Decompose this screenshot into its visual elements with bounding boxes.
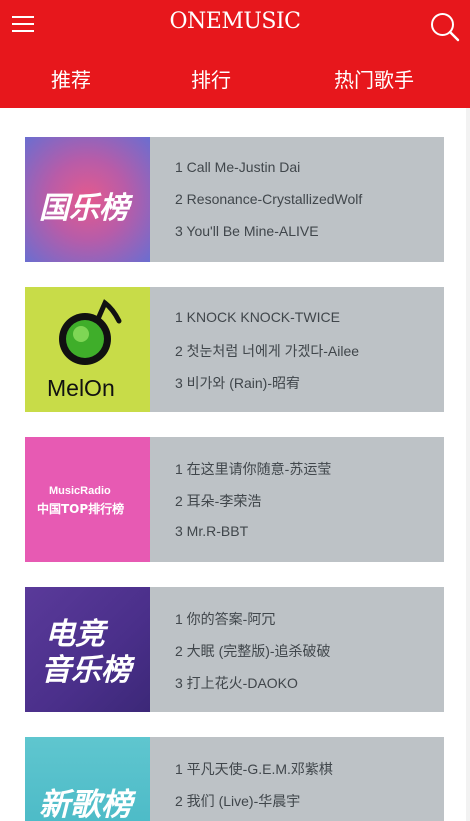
track-item[interactable]: 1 你的答案-阿冗 — [175, 609, 275, 629]
track-item[interactable]: 2 我们 (Live)-华晨宇 — [175, 791, 300, 811]
track-item[interactable]: 3 Mr.R-BBT — [175, 523, 248, 539]
melon-logo-icon — [59, 299, 122, 365]
track-item[interactable]: 2 첫눈처럼 너에게 가겠다-Ailee — [175, 341, 359, 361]
track-item[interactable]: 3 You'll Be Mine-ALIVE — [175, 223, 319, 239]
chart-list: 国乐榜 1 Call Me-Justin Dai 2 Resonance-Cry… — [0, 108, 470, 821]
track-item[interactable]: 1 平凡天使-G.E.M.邓紫棋 — [175, 759, 333, 779]
chart-cover-label-line2: 音乐榜 — [41, 653, 131, 688]
chart-card-new-songs[interactable]: 新歌榜 1 平凡天使-G.E.M.邓紫棋 2 我们 (Live)-华晨宇 — [25, 737, 444, 821]
app-title: ONEMUSIC — [169, 9, 301, 34]
search-icon[interactable] — [429, 11, 461, 43]
track-item[interactable]: 2 耳朵-李荣浩 — [175, 491, 261, 511]
chart-cover-image: MusicRadio 中国TOP排行榜 — [25, 437, 150, 562]
chart-cover-image: 电竞 音乐榜 — [25, 587, 150, 712]
track-item[interactable]: 3 打上花火-DAOKO — [175, 673, 298, 693]
chart-cover-image: MelOn — [25, 287, 150, 412]
chart-cover-label: 国乐榜 — [39, 191, 129, 226]
track-item[interactable]: 1 Call Me-Justin Dai — [175, 159, 300, 175]
track-item[interactable]: 3 비가와 (Rain)-昭宥 — [175, 373, 300, 393]
tab-rankings[interactable]: 排行 — [191, 64, 231, 93]
scrollbar-track[interactable] — [466, 108, 470, 821]
chart-cover-label: 新歌榜 — [39, 787, 132, 821]
chart-cover-label: MelOn — [47, 375, 115, 401]
track-item[interactable]: 1 在这里请你随意-苏运莹 — [175, 459, 331, 479]
chart-cover-image: 国乐榜 — [25, 137, 150, 262]
track-item[interactable]: 2 Resonance-CrystallizedWolf — [175, 191, 362, 207]
chart-card-musicradio[interactable]: MusicRadio 中国TOP排行榜 1 在这里请你随意-苏运莹 2 耳朵-李… — [25, 437, 444, 562]
chart-cover-label-line1: MusicRadio — [49, 485, 111, 497]
tab-recommend[interactable]: 推荐 — [51, 64, 91, 93]
tab-popular-artists[interactable]: 热门歌手 — [334, 64, 414, 93]
track-item[interactable]: 1 KNOCK KNOCK-TWICE — [175, 309, 340, 325]
track-item[interactable]: 2 大眠 (完整版)-追杀破破 — [175, 641, 331, 661]
app-header: ONEMUSIC 推荐 排行 热门歌手 — [0, 0, 470, 108]
chart-card-melon[interactable]: MelOn 1 KNOCK KNOCK-TWICE 2 첫눈처럼 너에게 가겠다… — [25, 287, 444, 412]
chart-cover-label-line2: 中国TOP排行榜 — [37, 502, 125, 516]
chart-card-guodian[interactable]: 国乐榜 1 Call Me-Justin Dai 2 Resonance-Cry… — [25, 137, 444, 262]
chart-cover-image: 新歌榜 — [25, 737, 150, 821]
chart-card-esports[interactable]: 电竞 音乐榜 1 你的答案-阿冗 2 大眠 (完整版)-追杀破破 3 打上花火-… — [25, 587, 444, 712]
